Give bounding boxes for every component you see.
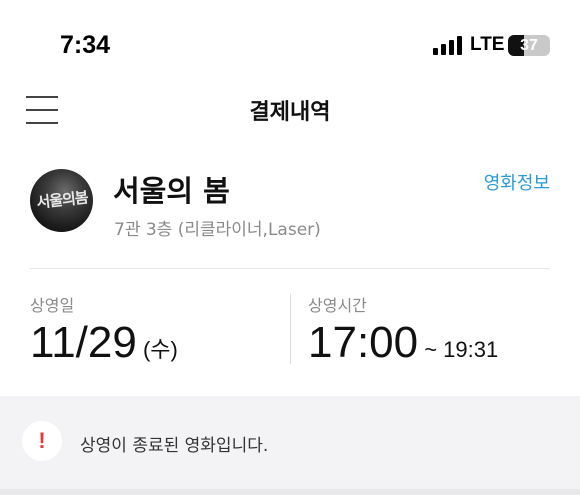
status-time: 7:34 bbox=[60, 31, 111, 59]
movie-summary: 서울의봄 서울의 봄 7관 3층 (리클라이너,Laser) 영화정보 bbox=[30, 166, 550, 246]
bottom-divider bbox=[0, 489, 580, 495]
vertical-divider bbox=[290, 294, 291, 364]
battery-icon: 37 bbox=[508, 35, 550, 56]
poster-title-art: 서울의봄 bbox=[35, 188, 89, 212]
screening-date-label: 상영일 bbox=[30, 296, 75, 315]
screening-time-label: 상영시간 bbox=[308, 296, 367, 315]
showtime-section: 상영일 11/29 (수) 상영시간 17:00 ~ 19:31 bbox=[0, 280, 580, 380]
notice-text: 상영이 종료된 영화입니다. bbox=[80, 436, 269, 456]
screening-date-value: 11/29 bbox=[30, 318, 137, 367]
screening-start-time: 17:00 bbox=[308, 318, 419, 367]
movie-theater-info: 7관 3층 (리클라이너,Laser) bbox=[114, 220, 321, 240]
page-title: 결제내역 bbox=[249, 100, 331, 125]
screening-end-time: ~ 19:31 bbox=[418, 337, 499, 362]
status-bar: 7:34 LTE 37 bbox=[0, 0, 580, 80]
section-divider bbox=[30, 268, 550, 269]
movie-info-link[interactable]: 영화정보 bbox=[484, 169, 550, 195]
network-type: LTE bbox=[470, 34, 505, 55]
movie-poster-thumbnail: 서울의봄 bbox=[30, 169, 93, 232]
screening-time: 17:00 ~ 19:31 bbox=[308, 318, 498, 368]
screening-weekday: (수) bbox=[136, 337, 178, 362]
app-header: 결제내역 bbox=[0, 80, 580, 140]
battery-level: 37 bbox=[520, 37, 538, 54]
screening-date: 11/29 (수) bbox=[30, 318, 178, 368]
signal-strength-icon bbox=[433, 35, 465, 55]
notice-banner: ! 상영이 종료된 영화입니다. bbox=[0, 396, 580, 495]
exclamation-icon: ! bbox=[22, 421, 62, 461]
movie-title: 서울의 봄 bbox=[113, 174, 230, 208]
